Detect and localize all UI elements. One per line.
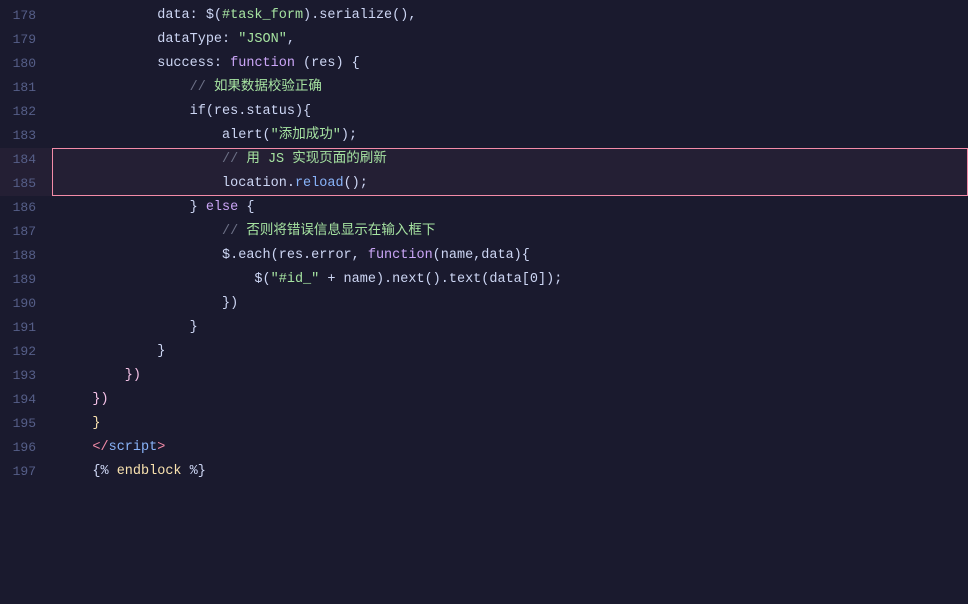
line-content: // 否则将错误信息显示在输入框下 [52,221,968,243]
line-number: 189 [0,270,52,291]
line-content: </script> [52,437,968,459]
code-line: 190 }) [0,292,968,316]
line-content: // 用 JS 实现页面的刷新 [52,149,968,171]
line-content: $("#id_" + name).next().text(data[0]); [52,269,968,291]
line-content: data: $(#task_form).serialize(), [52,5,968,27]
line-content: if(res.status){ [52,101,968,123]
line-content: }) [52,365,968,387]
line-content: $.each(res.error, function(name,data){ [52,245,968,267]
line-number: 179 [0,30,52,51]
line-content: } else { [52,197,968,219]
code-line: 195 } [0,412,968,436]
code-line: 178 data: $(#task_form).serialize(), [0,4,968,28]
code-line: 179 dataType: "JSON", [0,28,968,52]
line-content: }) [52,389,968,411]
code-line: 191 } [0,316,968,340]
code-line: 197 {% endblock %} [0,460,968,484]
line-number: 193 [0,366,52,387]
line-number: 192 [0,342,52,363]
code-line: 196 </script> [0,436,968,460]
line-content: alert("添加成功"); [52,125,968,147]
code-line: 187 // 否则将错误信息显示在输入框下 [0,220,968,244]
code-content: 178 data: $(#task_form).serialize(),179 … [0,0,968,488]
line-number: 195 [0,414,52,435]
code-line: 186 } else { [0,196,968,220]
code-line: 193 }) [0,364,968,388]
line-number: 194 [0,390,52,411]
line-content: } [52,341,968,363]
line-content: success: function (res) { [52,53,968,75]
line-number: 186 [0,198,52,219]
line-number: 181 [0,78,52,99]
line-number: 187 [0,222,52,243]
line-content: // 如果数据校验正确 [52,77,968,99]
line-content: location.reload(); [52,173,968,195]
code-line: 183 alert("添加成功"); [0,124,968,148]
line-content: } [52,413,968,435]
highlight-box-wrapper: 184 // 用 JS 实现页面的刷新185 location.reload()… [0,148,968,196]
line-number: 188 [0,246,52,267]
code-line: 189 $("#id_" + name).next().text(data[0]… [0,268,968,292]
line-number: 185 [0,174,52,195]
line-number: 197 [0,462,52,483]
code-line: 194 }) [0,388,968,412]
line-content: {% endblock %} [52,461,968,483]
code-line: 184 // 用 JS 实现页面的刷新 [0,148,968,172]
line-content: } [52,317,968,339]
code-line: 180 success: function (res) { [0,52,968,76]
code-line: 188 $.each(res.error, function(name,data… [0,244,968,268]
code-line: 192 } [0,340,968,364]
line-content: dataType: "JSON", [52,29,968,51]
line-number: 182 [0,102,52,123]
line-number: 196 [0,438,52,459]
code-line: 182 if(res.status){ [0,100,968,124]
line-content: }) [52,293,968,315]
code-line: 181 // 如果数据校验正确 [0,76,968,100]
line-number: 178 [0,6,52,27]
line-number: 190 [0,294,52,315]
code-editor: 178 data: $(#task_form).serialize(),179 … [0,0,968,604]
line-number: 184 [0,150,52,171]
line-number: 183 [0,126,52,147]
line-number: 191 [0,318,52,339]
code-line: 185 location.reload(); [0,172,968,196]
line-number: 180 [0,54,52,75]
